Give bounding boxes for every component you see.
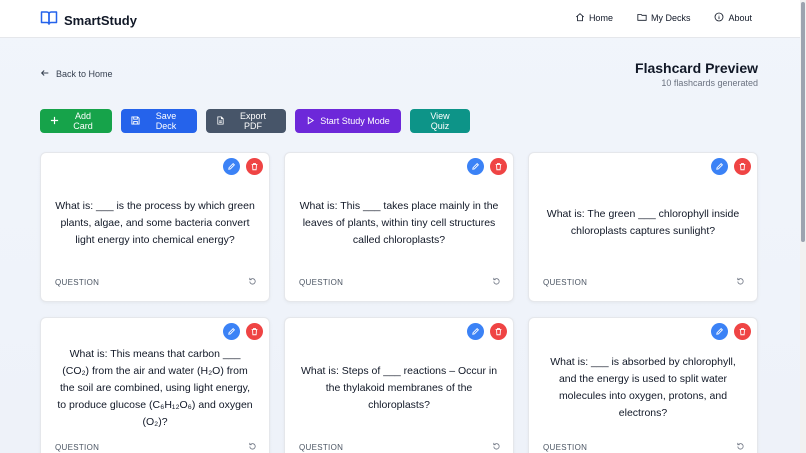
export-pdf-button[interactable]: Export PDF xyxy=(206,109,286,133)
page-title: Flashcard Preview xyxy=(635,60,758,76)
page-subtitle: 10 flashcards generated xyxy=(661,78,758,88)
scrollbar[interactable] xyxy=(800,0,806,453)
card-actions xyxy=(711,158,751,175)
back-label: Back to Home xyxy=(56,69,113,79)
card-question: What is: This means that carbon ___ (CO₂… xyxy=(57,347,253,428)
card-footer: QUESTION xyxy=(299,273,501,291)
card-actions xyxy=(467,158,507,175)
view-quiz-label: View Quiz xyxy=(430,111,450,131)
nav-home-label: Home xyxy=(588,13,613,23)
card-side-label: QUESTION xyxy=(543,442,588,452)
flip-card-icon[interactable] xyxy=(492,438,501,453)
flip-card-icon[interactable] xyxy=(492,273,501,291)
flip-card-icon[interactable] xyxy=(248,438,257,453)
edit-card-button[interactable] xyxy=(467,323,484,340)
card-footer: QUESTION xyxy=(299,438,501,453)
card-actions xyxy=(467,323,507,340)
view-quiz-button[interactable]: View Quiz xyxy=(410,109,470,133)
flip-card-icon[interactable] xyxy=(248,273,257,291)
play-icon xyxy=(306,116,315,127)
info-icon xyxy=(714,12,724,24)
card-question: What is: This ___ takes place mainly in … xyxy=(299,199,499,246)
back-to-home-link[interactable]: Back to Home xyxy=(40,68,113,80)
pencil-icon xyxy=(227,158,236,176)
delete-card-button[interactable] xyxy=(246,323,263,340)
delete-card-button[interactable] xyxy=(490,323,507,340)
pencil-icon xyxy=(227,323,236,341)
card-question: What is: ___ is absorbed by chlorophyll,… xyxy=(550,356,736,419)
delete-card-button[interactable] xyxy=(734,158,751,175)
card-footer: QUESTION xyxy=(55,273,257,291)
edit-card-button[interactable] xyxy=(711,158,728,175)
start-study-mode-button[interactable]: Start Study Mode xyxy=(295,109,401,133)
card-footer: QUESTION xyxy=(543,273,745,291)
flashcard[interactable]: What is: This ___ takes place mainly in … xyxy=(284,152,514,302)
flashcard[interactable]: What is: The green ___ chlorophyll insid… xyxy=(528,152,758,302)
add-card-button[interactable]: Add Card xyxy=(40,109,112,133)
page-header: Flashcard Preview 10 flashcards generate… xyxy=(635,60,758,88)
nav-about[interactable]: About xyxy=(714,12,752,24)
nav-home[interactable]: Home xyxy=(575,12,613,24)
home-icon xyxy=(575,12,585,24)
card-side-label: QUESTION xyxy=(55,277,100,287)
card-side-label: QUESTION xyxy=(299,277,344,287)
card-side-label: QUESTION xyxy=(543,277,588,287)
flashcard[interactable]: What is: This means that carbon ___ (CO₂… xyxy=(40,317,270,453)
flip-card-icon[interactable] xyxy=(736,438,745,453)
toolbar: Add Card Save Deck Export PDF Start Stud… xyxy=(40,109,470,133)
flip-card-icon[interactable] xyxy=(736,273,745,291)
card-question: What is: The green ___ chlorophyll insid… xyxy=(546,208,740,237)
card-actions xyxy=(223,323,263,340)
arrow-left-icon xyxy=(40,68,50,80)
trash-icon xyxy=(738,323,747,341)
start-study-mode-label: Start Study Mode xyxy=(320,116,390,126)
main-nav: Home My Decks About xyxy=(575,12,752,24)
pencil-icon xyxy=(471,158,480,176)
brand-name: SmartStudy xyxy=(64,13,137,28)
edit-card-button[interactable] xyxy=(223,158,240,175)
save-deck-label: Save Deck xyxy=(155,111,177,131)
card-side-label: QUESTION xyxy=(55,442,100,452)
card-actions xyxy=(223,158,263,175)
nav-about-label: About xyxy=(728,13,752,23)
flashcard[interactable]: What is: ___ is the process by which gre… xyxy=(40,152,270,302)
scrollbar-thumb[interactable] xyxy=(801,2,805,242)
card-footer: QUESTION xyxy=(543,438,745,453)
edit-card-button[interactable] xyxy=(467,158,484,175)
card-question: What is: Steps of ___ reactions – Occur … xyxy=(300,364,498,411)
save-icon xyxy=(131,115,140,127)
pencil-icon xyxy=(715,323,724,341)
trash-icon xyxy=(494,158,503,176)
nav-my-decks-label: My Decks xyxy=(650,13,691,23)
delete-card-button[interactable] xyxy=(490,158,507,175)
trash-icon xyxy=(738,158,747,176)
brand[interactable]: SmartStudy xyxy=(40,10,137,31)
book-icon xyxy=(40,10,58,31)
delete-card-button[interactable] xyxy=(246,158,263,175)
flashcard[interactable]: What is: ___ is absorbed by chlorophyll,… xyxy=(528,317,758,453)
export-pdf-label: Export PDF xyxy=(239,111,266,131)
top-navbar: SmartStudy Home My Decks About xyxy=(0,0,806,38)
file-icon xyxy=(216,115,225,127)
trash-icon xyxy=(494,323,503,341)
trash-icon xyxy=(250,158,259,176)
card-footer: QUESTION xyxy=(55,438,257,453)
pencil-icon xyxy=(715,158,724,176)
flashcard[interactable]: What is: Steps of ___ reactions – Occur … xyxy=(284,317,514,453)
trash-icon xyxy=(250,323,259,341)
card-question: What is: ___ is the process by which gre… xyxy=(55,199,255,246)
plus-icon xyxy=(50,116,59,127)
save-deck-button[interactable]: Save Deck xyxy=(121,109,197,133)
card-actions xyxy=(711,323,751,340)
card-side-label: QUESTION xyxy=(299,442,344,452)
add-card-label: Add Card xyxy=(73,111,93,131)
pencil-icon xyxy=(471,323,480,341)
edit-card-button[interactable] xyxy=(711,323,728,340)
nav-my-decks[interactable]: My Decks xyxy=(637,12,691,24)
edit-card-button[interactable] xyxy=(223,323,240,340)
delete-card-button[interactable] xyxy=(734,323,751,340)
folder-icon xyxy=(637,12,647,24)
